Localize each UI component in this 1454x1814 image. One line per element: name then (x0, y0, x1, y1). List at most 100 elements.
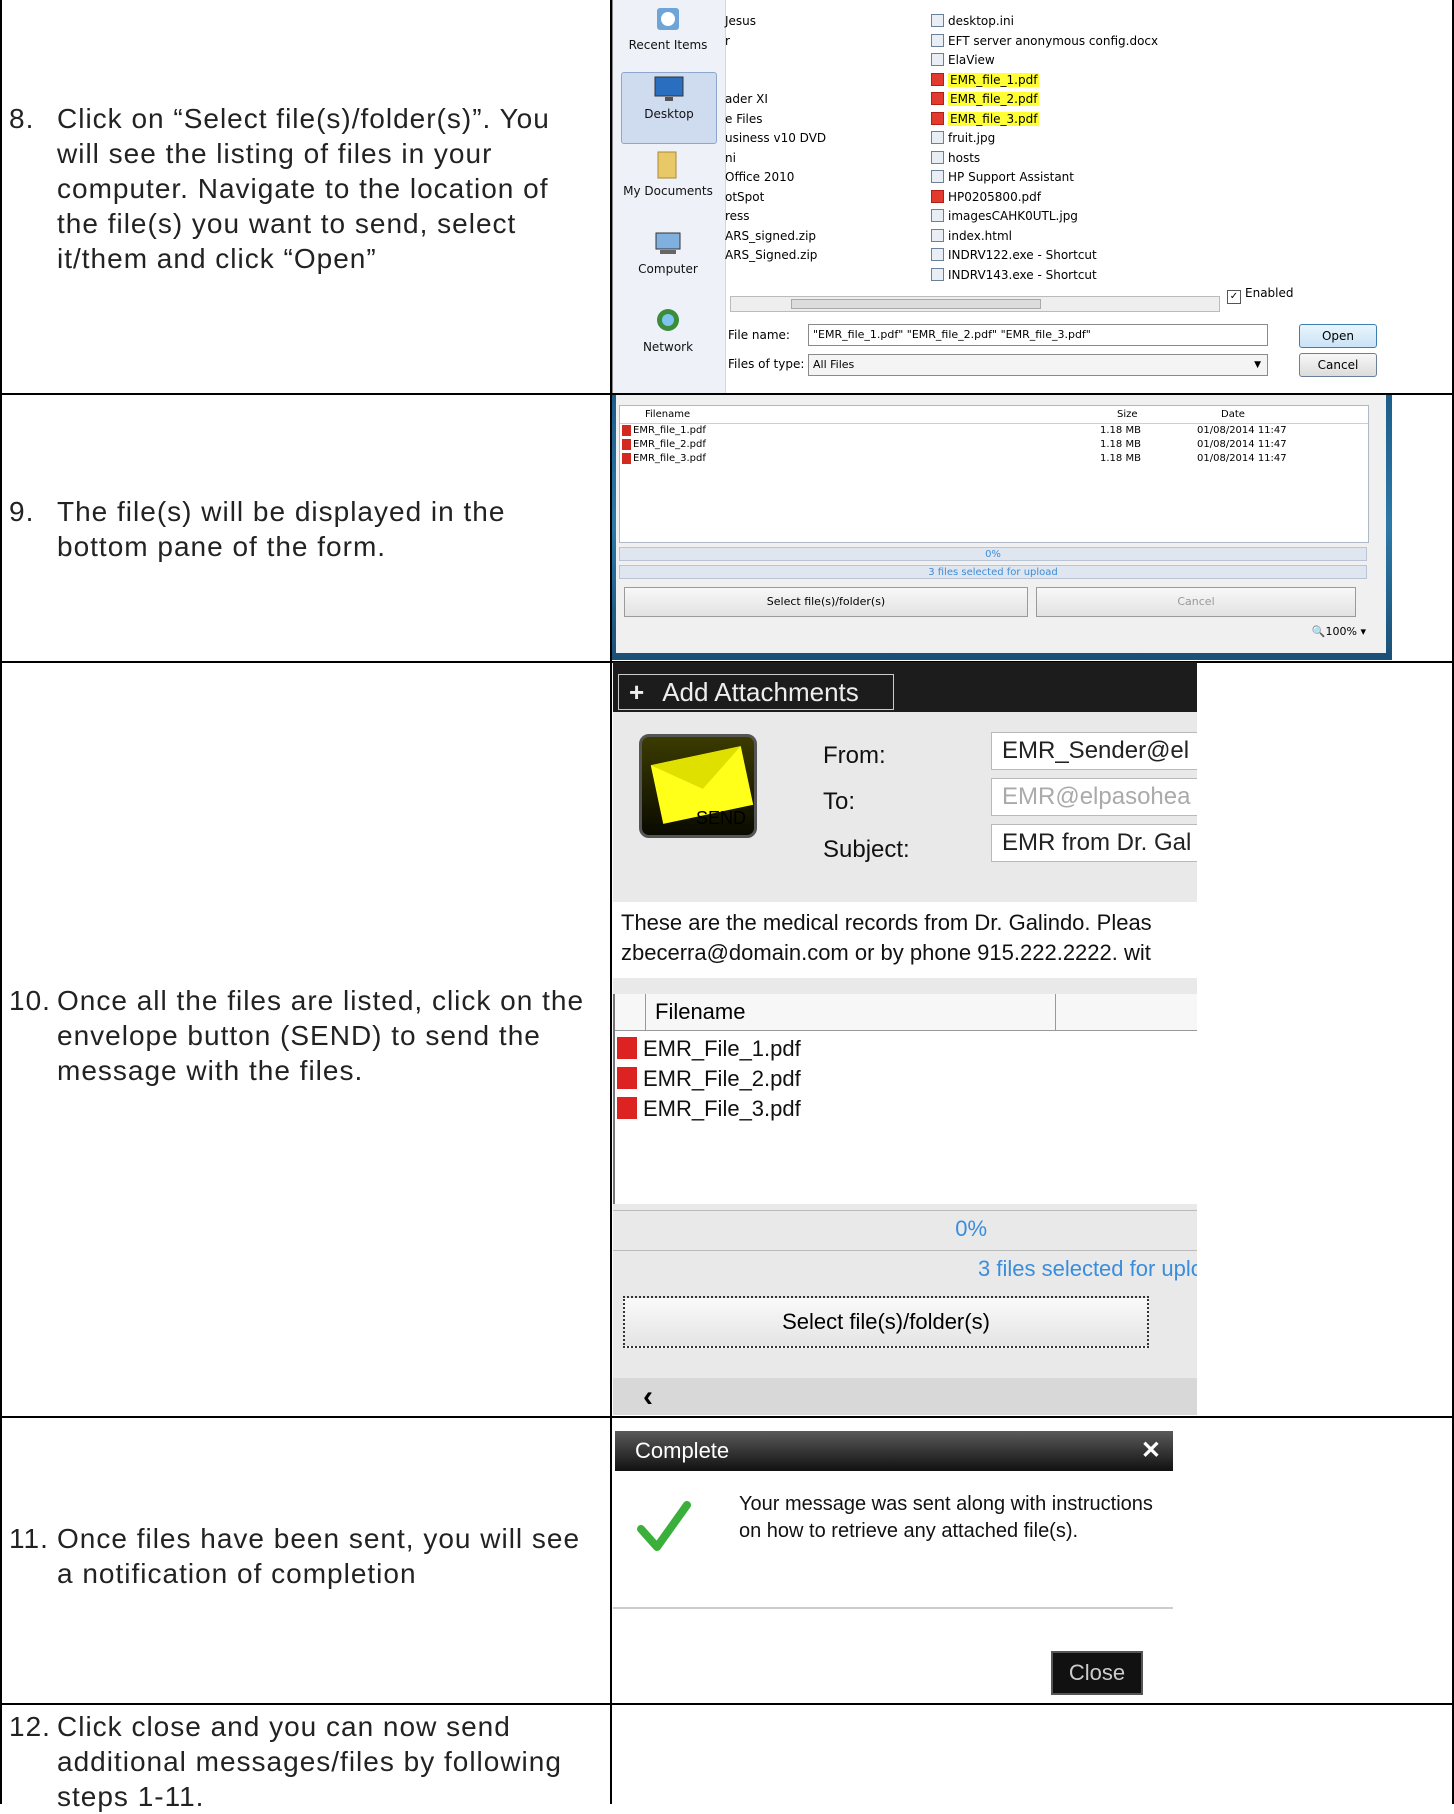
recent-items-icon (657, 8, 679, 30)
enabled-checkbox[interactable]: ✓ Enabled (1227, 286, 1294, 304)
file-list-item[interactable]: desktop.ini (931, 12, 1331, 32)
col-filename[interactable]: Filename (645, 409, 690, 420)
add-attachments-label: Add Attachments (662, 677, 859, 707)
file-name: INDRV143.exe - Shortcut (948, 267, 1097, 282)
place-recent-items[interactable]: Recent Items (621, 4, 715, 74)
close-icon[interactable]: ✕ (1141, 1431, 1161, 1471)
file-list-left-column: Jesus r ader XI e Files usiness v10 DVD ni Of… (725, 12, 925, 266)
subject-field[interactable]: EMR from Dr. Gal (991, 824, 1197, 862)
upload-pane: Filename Size Date EMR_file_1.pdf 1.18 MB… (616, 395, 1386, 653)
file-list-item[interactable]: usiness v10 DVD (725, 129, 925, 149)
file-name: ElaView (948, 53, 995, 67)
file-list-item[interactable]: HP Support Assistant (931, 168, 1331, 188)
file-name-label: File name: (728, 328, 790, 342)
ini-icon (931, 14, 944, 27)
file-list-item[interactable]: EMR_file_2.pdf (931, 90, 1331, 110)
file-list-item[interactable]: ress (725, 207, 925, 227)
files-of-type-select[interactable]: All Files ▼ (808, 354, 1268, 376)
list-item[interactable]: EMR_File_1.pdf (617, 1036, 801, 1062)
place-label: My Documents (623, 184, 713, 198)
select-files-button[interactable]: Select file(s)/folder(s) (624, 587, 1028, 617)
file-list-item[interactable]: EFT server anonymous config.docx (931, 32, 1331, 52)
file-list-item[interactable]: ElaView (931, 51, 1331, 71)
table-row[interactable]: EMR_file_3.pdf 1.18 MB 01/08/2014 11:47 (620, 453, 1368, 467)
file-name: INDRV122.exe - Shortcut (948, 248, 1097, 262)
row-size: 1.18 MB (1100, 453, 1141, 464)
table-row[interactable]: EMR_file_2.pdf 1.18 MB 01/08/2014 11:47 (620, 439, 1368, 453)
to-field[interactable]: EMR@elpasohea (991, 778, 1197, 816)
file-list-item[interactable] (725, 51, 925, 71)
attachment-filename: EMR_File_2.pdf (643, 1066, 801, 1091)
horizontal-scrollbar[interactable]: ‹ (613, 1378, 1197, 1415)
table-border-left (0, 0, 2, 1804)
checkmark-icon (637, 1501, 691, 1551)
file-list-item[interactable]: otSpot (725, 188, 925, 208)
file-list-item[interactable]: ader XI (725, 90, 925, 110)
file-list-item[interactable]: r (725, 32, 925, 52)
place-desktop[interactable]: Desktop (621, 72, 717, 144)
file-list-item[interactable]: EMR_file_1.pdf (931, 71, 1331, 91)
place-network[interactable]: Network (621, 306, 715, 376)
chevron-left-icon[interactable]: ‹ (643, 1380, 653, 1414)
row-filename: EMR_file_1.pdf (633, 425, 706, 436)
place-label: Desktop (644, 107, 694, 121)
file-list-item[interactable]: INDRV122.exe - Shortcut (931, 246, 1331, 266)
file-list-item[interactable]: EMR_file_3.pdf (931, 110, 1331, 130)
file-list-item[interactable]: ni (725, 149, 925, 169)
send-button[interactable]: SEND (639, 734, 757, 838)
from-label: From: (823, 742, 886, 769)
file-name-input[interactable]: "EMR_file_1.pdf" "EMR_file_2.pdf" "EMR_f… (808, 324, 1268, 346)
list-item[interactable]: EMR_File_3.pdf (617, 1096, 801, 1122)
row-size: 1.18 MB (1100, 439, 1141, 450)
files-of-type-value: All Files (813, 358, 855, 371)
compose-screenshot: + Add Attachments SEND From: EMR_Sender@e… (613, 662, 1197, 1415)
file-list-item[interactable]: INDRV143.exe - Shortcut (931, 266, 1331, 286)
table-row[interactable]: EMR_file_1.pdf 1.18 MB 01/08/2014 11:47 (620, 425, 1368, 439)
html-icon (931, 228, 944, 242)
add-attachments-button[interactable]: + Add Attachments (618, 674, 894, 710)
file-list-item[interactable]: Jesus (725, 12, 925, 32)
pdf-icon (622, 453, 631, 464)
attachment-list: Filename EMR_File_1.pdf EMR_File_2.pdf E… (613, 994, 1197, 1204)
cancel-upload-button[interactable]: Cancel (1036, 587, 1356, 617)
pdf-icon (617, 1097, 637, 1119)
place-label: Recent Items (628, 38, 708, 52)
dialog-title-bar: Complete ✕ (615, 1431, 1173, 1471)
message-body[interactable]: These are the medical records from Dr. G… (613, 902, 1197, 978)
upload-selected-count: 3 files selected for upload (619, 565, 1367, 579)
file-open-dialog: Recent Items Desktop My Documents Comput… (612, 0, 1391, 393)
file-list-item[interactable] (725, 71, 925, 91)
chevron-down-icon: ▾ (1360, 625, 1366, 638)
file-name: imagesCAHK0UTL.jpg (948, 209, 1078, 223)
col-date[interactable]: Date (1221, 409, 1245, 420)
file-list-item[interactable]: fruit.jpg (931, 129, 1331, 149)
col-filename[interactable]: Filename (655, 999, 745, 1025)
upload-selected-count: 3 files selected for uplo (613, 1250, 1197, 1286)
scrollbar-thumb[interactable] (791, 299, 1041, 309)
file-list-item[interactable]: ARS_signed.zip (725, 227, 925, 247)
cancel-button[interactable]: Cancel (1299, 353, 1377, 377)
file-list-item[interactable]: HP0205800.pdf (931, 188, 1331, 208)
file-list-item[interactable]: ARS_Signed.zip (725, 246, 925, 266)
horizontal-scrollbar[interactable] (730, 296, 1220, 312)
file-list-item[interactable]: hosts (931, 149, 1331, 169)
list-item[interactable]: EMR_File_2.pdf (617, 1066, 801, 1092)
from-field[interactable]: EMR_Sender@el (991, 732, 1197, 770)
place-my-documents[interactable]: My Documents (621, 150, 715, 220)
select-files-button[interactable]: Select file(s)/folder(s) (623, 1296, 1149, 1348)
shortcut-icon (931, 248, 944, 261)
file-list-item[interactable]: Office 2010 (725, 168, 925, 188)
message-line: zbecerra@domain.com or by phone 915.222.… (621, 940, 1151, 965)
step-number: 8. (9, 103, 35, 134)
checkbox-check-icon: ✓ (1227, 290, 1241, 304)
open-button[interactable]: Open (1299, 324, 1377, 348)
place-computer[interactable]: Computer (621, 228, 715, 298)
close-button[interactable]: Close (1051, 1651, 1143, 1695)
completion-message: Your message was sent along with instruc… (739, 1493, 1153, 1542)
file-list-item[interactable]: index.html (931, 227, 1331, 247)
zoom-control[interactable]: 🔍100% ▾ (1312, 625, 1366, 638)
selected-text: 3 files selected for uplo (978, 1256, 1197, 1281)
file-list-item[interactable]: imagesCAHK0UTL.jpg (931, 207, 1331, 227)
col-size[interactable]: Size (1117, 409, 1138, 420)
file-list-item[interactable]: e Files (725, 110, 925, 130)
